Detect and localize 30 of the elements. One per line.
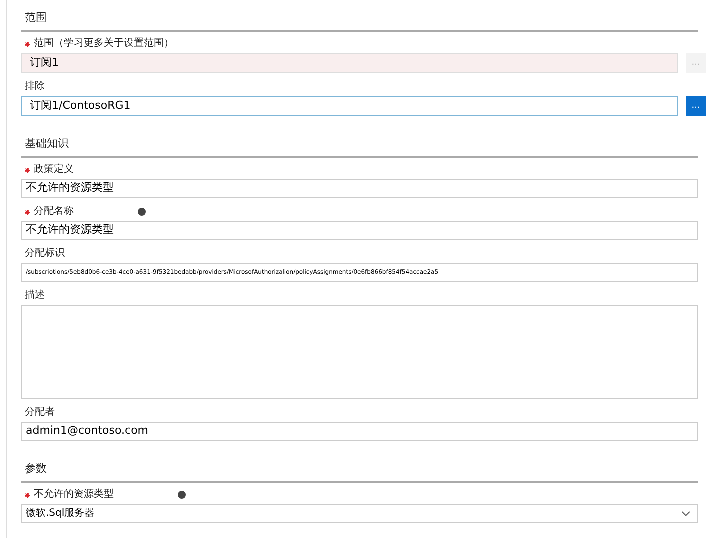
field-value: 订阅1/ContosoRG1	[30, 98, 131, 114]
field-label: 分配名称	[34, 206, 74, 218]
select-value: 微软.Sql服务器	[26, 507, 95, 521]
description-textarea[interactable]	[21, 305, 698, 399]
required-icon	[25, 492, 30, 498]
select-field[interactable]: 微软.Sql服务器	[21, 504, 698, 523]
section-heading: 基础知识	[25, 137, 69, 150]
section-heading: 参数	[25, 462, 47, 475]
required-icon	[25, 42, 30, 46]
info-icon	[178, 491, 186, 499]
field-label: 分配标识	[25, 248, 65, 260]
field-value: 不允许的资源类型	[26, 180, 114, 196]
info-icon	[138, 208, 146, 216]
text-field[interactable]: admin1@contoso.com	[21, 422, 698, 441]
field-label: 政策定义	[34, 164, 74, 176]
field-label: 范围（学习更多关于设置范围）	[34, 38, 174, 50]
text-field[interactable]: 不允许的资源类型	[21, 179, 698, 198]
required-icon	[25, 210, 30, 214]
required-icon	[25, 168, 30, 172]
field-label: 描述	[25, 290, 45, 302]
scope-field[interactable]: 订阅1/ContosoRG1	[21, 96, 678, 116]
field-label: 不允许的资源类型	[34, 489, 114, 501]
text-field[interactable]: 不允许的资源类型	[21, 221, 698, 240]
field-label: 分配者	[25, 407, 55, 419]
field-value: 不允许的资源类型	[26, 222, 114, 238]
field-value: 订阅1	[30, 54, 59, 71]
browse-button[interactable]: ...	[686, 96, 706, 116]
field-value: admin1@contoso.com	[26, 423, 149, 440]
field-label: 排除	[25, 81, 45, 93]
section-heading: 范围	[25, 11, 47, 24]
